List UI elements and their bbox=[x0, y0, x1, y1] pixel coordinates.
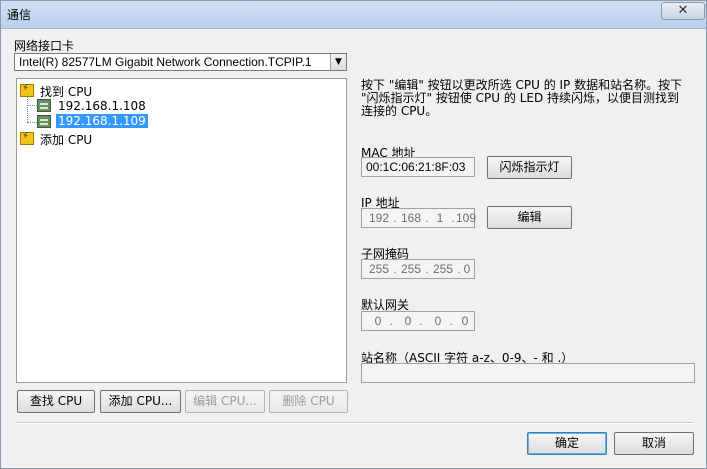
ip-dot: . bbox=[389, 314, 393, 328]
tree-connector bbox=[27, 122, 37, 123]
subnet-octet: 0 bbox=[463, 262, 471, 276]
ip-octet: 109 bbox=[456, 211, 477, 225]
flash-led-button[interactable]: 闪烁指示灯 bbox=[487, 156, 572, 179]
tree-item-label: 192.168.1.108 bbox=[58, 99, 146, 113]
close-icon: ✕ bbox=[677, 3, 689, 18]
tree-connector bbox=[27, 105, 37, 106]
lightning-icon bbox=[20, 131, 34, 145]
network-card-value: Intel(R) 82577LM Gigabit Network Connect… bbox=[19, 55, 312, 69]
mac-address-value: 00:1C:06:21:8F:03 bbox=[366, 160, 466, 174]
ip-octet: 1 bbox=[436, 211, 444, 225]
add-cpu-button-label: 添加 CPU... bbox=[108, 394, 173, 408]
cpu-tree[interactable]: 找到 CPU 192.168.1.108 192.168.1.109 添加 CP… bbox=[16, 78, 347, 383]
gateway-octet: 0 bbox=[461, 314, 469, 328]
cancel-button-label: 取消 bbox=[641, 436, 666, 450]
mac-address-field: 00:1C:06:21:8F:03 bbox=[361, 157, 475, 177]
subnet-octet: 255 bbox=[400, 262, 422, 276]
edit-cpu-button[interactable]: 编辑 CPU... bbox=[185, 390, 265, 413]
ip-dot: . bbox=[419, 314, 423, 328]
default-gateway-field: 0 . 0 . 0 . 0 bbox=[361, 311, 475, 331]
network-card-select[interactable]: Intel(R) 82577LM Gigabit Network Connect… bbox=[14, 53, 347, 71]
title-bar[interactable]: 通信 ✕ bbox=[1, 1, 706, 29]
communications-dialog: 通信 ✕ 网络接口卡 Intel(R) 82577LM Gigabit Netw… bbox=[0, 0, 707, 469]
close-button[interactable]: ✕ bbox=[661, 2, 705, 20]
subnet-mask-field: 255 . 255 . 255 . 0 bbox=[361, 259, 475, 279]
delete-cpu-button[interactable]: 删除 CPU bbox=[269, 390, 348, 413]
ok-button-label: 确定 bbox=[554, 436, 579, 450]
network-card-label: 网络接口卡 bbox=[14, 39, 75, 53]
edit-button[interactable]: 编辑 bbox=[487, 206, 572, 229]
add-cpu-button[interactable]: 添加 CPU... bbox=[100, 390, 181, 413]
window-title: 通信 bbox=[7, 8, 32, 22]
ip-address-field: 192 . 168 . 1 . 109 bbox=[361, 208, 477, 228]
chevron-down-icon[interactable]: ▼ bbox=[330, 54, 346, 70]
gateway-octet: 0 bbox=[404, 314, 412, 328]
tree-connector bbox=[27, 96, 28, 122]
ip-octet: 192 bbox=[368, 211, 390, 225]
find-cpu-button[interactable]: 查找 CPU bbox=[17, 390, 95, 413]
gateway-octet: 0 bbox=[434, 314, 442, 328]
plc-device-icon bbox=[37, 115, 51, 128]
ok-button[interactable]: 确定 bbox=[527, 432, 607, 455]
tree-item-label: 添加 CPU bbox=[40, 133, 93, 147]
instructions-text: 按下 "编辑" 按钮以更改所选 CPU 的 IP 数据和站名称。按下 "闪烁指示… bbox=[361, 78, 683, 118]
plc-device-icon bbox=[37, 99, 51, 112]
edit-button-label: 编辑 bbox=[517, 210, 542, 224]
divider bbox=[16, 422, 694, 424]
flash-led-button-label: 闪烁指示灯 bbox=[499, 160, 560, 174]
ip-octet: 168 bbox=[400, 211, 422, 225]
station-name-field bbox=[361, 363, 695, 383]
gateway-octet: 0 bbox=[374, 314, 382, 328]
tree-item-label-selected: 192.168.1.109 bbox=[56, 114, 148, 128]
subnet-octet: 255 bbox=[368, 262, 390, 276]
edit-cpu-button-label: 编辑 CPU... bbox=[193, 394, 257, 408]
delete-cpu-button-label: 删除 CPU bbox=[282, 394, 335, 408]
subnet-octet: 255 bbox=[432, 262, 454, 276]
find-cpu-button-label: 查找 CPU bbox=[29, 394, 83, 408]
cancel-button[interactable]: 取消 bbox=[614, 432, 694, 455]
ip-dot: . bbox=[449, 314, 453, 328]
tree-item-label: 找到 CPU bbox=[40, 85, 93, 99]
